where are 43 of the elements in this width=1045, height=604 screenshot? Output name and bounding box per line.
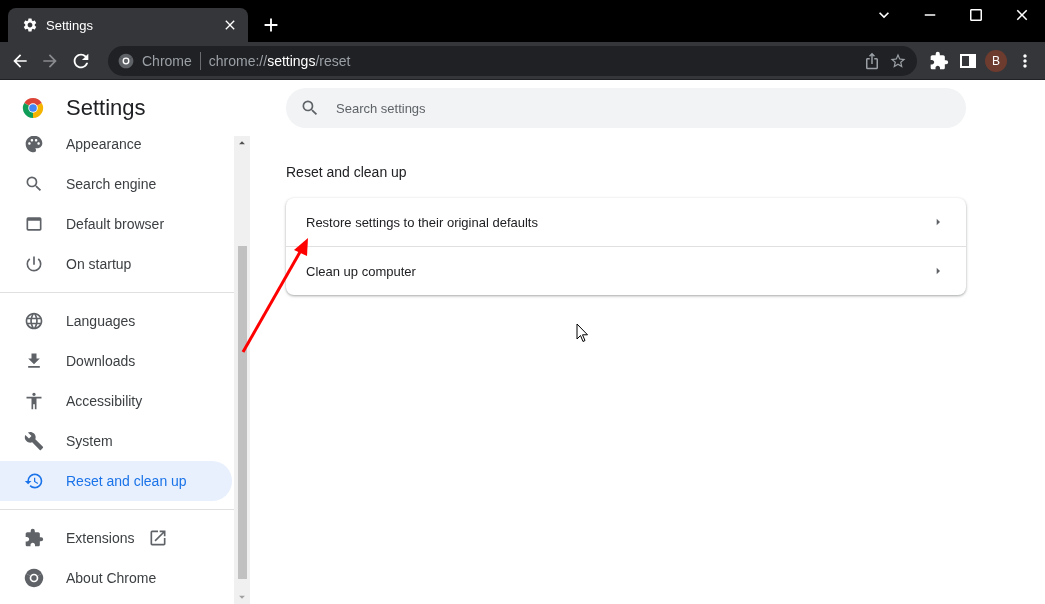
page-title: Settings (66, 95, 146, 121)
browser-tab[interactable]: Settings (8, 8, 248, 42)
sidebar-item[interactable]: On startup (0, 244, 232, 284)
url-text: chrome://settings/reset (208, 52, 352, 69)
sidebar-item[interactable]: Default browser (0, 204, 232, 244)
palette-icon (24, 136, 44, 154)
chrome-icon (24, 568, 44, 588)
maximize-icon[interactable] (967, 6, 985, 24)
sidebar-item[interactable]: Downloads (0, 341, 232, 381)
external-link-icon (148, 528, 169, 548)
site-label: Chrome (142, 52, 192, 69)
scrollbar[interactable] (234, 136, 250, 604)
chrome-logo (22, 97, 44, 119)
sidebar-item[interactable]: Reset and clean up (0, 461, 232, 501)
sidebar-item[interactable]: Search engine (0, 164, 232, 204)
share-icon[interactable] (863, 51, 881, 70)
profile-avatar[interactable]: B (985, 49, 1007, 72)
chrome-icon (118, 52, 134, 69)
search-bar[interactable]: Search settings (286, 88, 966, 128)
section-title: Reset and clean up (286, 164, 408, 180)
sidebar-item[interactable]: About Chrome (0, 558, 232, 598)
sidebar-item[interactable]: Appearance (0, 136, 232, 164)
browser-window-icon (24, 214, 44, 234)
sidebar-item[interactable]: Extensions (0, 518, 232, 558)
sidebar-item[interactable]: Accessibility (0, 381, 232, 421)
side-panel-button[interactable] (957, 51, 979, 70)
address-bar[interactable]: Chrome chrome://settings/reset (108, 45, 917, 76)
history-icon (24, 471, 44, 491)
tab-title: Settings (46, 17, 94, 33)
accessibility-icon (24, 391, 44, 411)
sidebar-item[interactable]: Languages (0, 301, 232, 341)
search-input[interactable]: Search settings (334, 99, 952, 117)
scrollbar-thumb[interactable] (237, 246, 247, 579)
globe-icon (24, 311, 44, 331)
settings-icon (22, 17, 38, 33)
sidebar-item[interactable]: System (0, 421, 232, 461)
search-icon (24, 174, 44, 194)
power-icon (24, 254, 44, 274)
puzzle-icon (24, 528, 44, 548)
settings-row[interactable]: Restore settings to their original defaults (286, 198, 966, 246)
search-icon (300, 98, 320, 118)
wrench-icon (24, 431, 44, 451)
mouse-pointer-icon (576, 323, 588, 342)
